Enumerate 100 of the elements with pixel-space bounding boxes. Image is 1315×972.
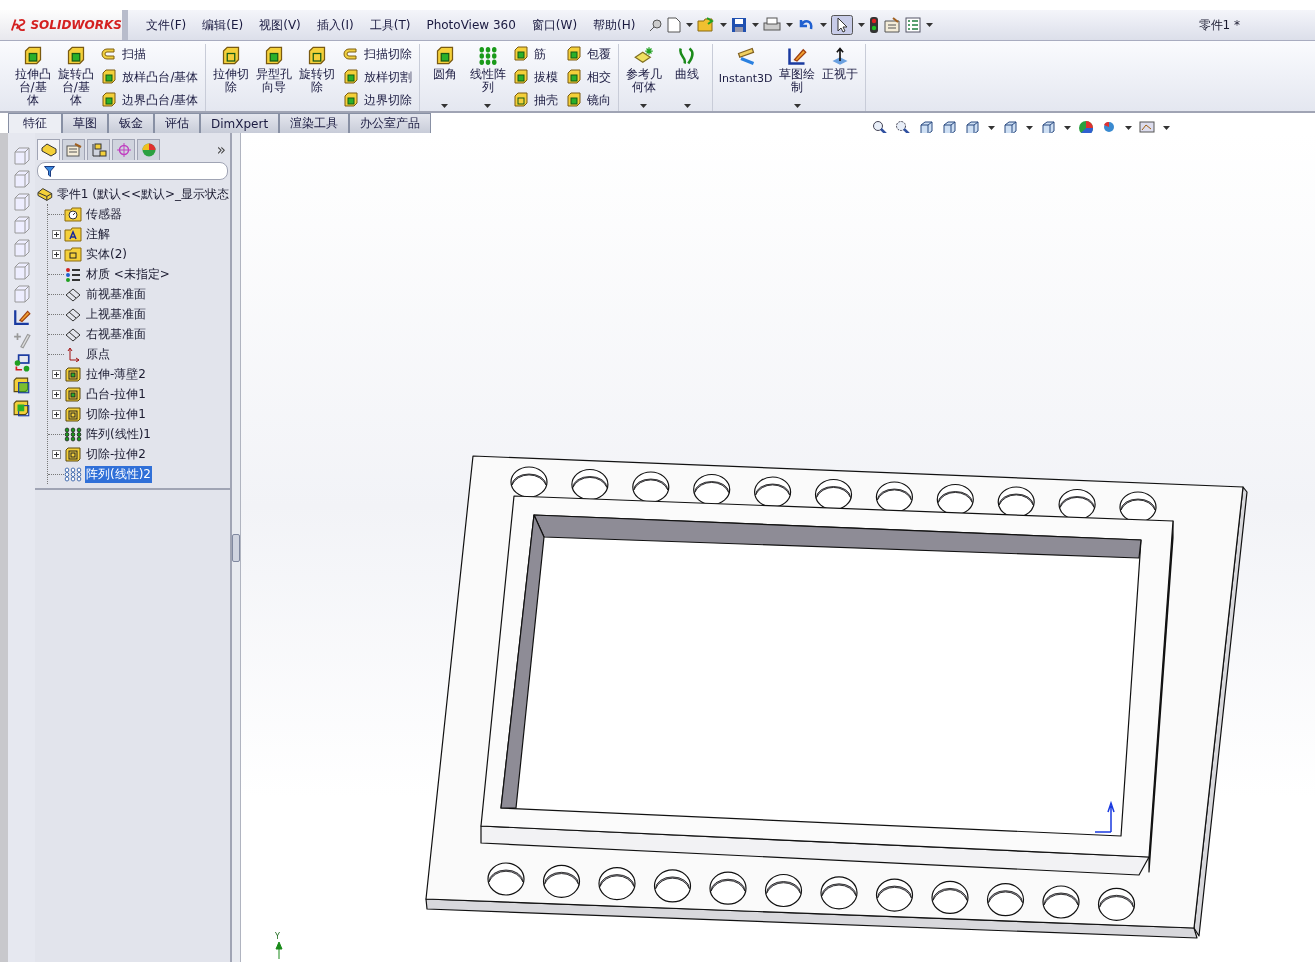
ribbon-button[interactable]: 草图绘制 — [777, 44, 817, 110]
dropdown-caret-icon[interactable] — [720, 23, 728, 27]
tree-item[interactable]: 右视基准面 — [85, 325, 147, 343]
menu-item[interactable]: 窗口(W) — [523, 16, 586, 34]
ribbon-button[interactable]: 圆角 — [425, 44, 465, 110]
menu-item[interactable]: PhotoView 360 — [418, 16, 524, 34]
tree-item[interactable]: 实体(2) — [85, 245, 128, 263]
ribbon-button[interactable]: 拔模 — [511, 67, 561, 87]
menu-item[interactable]: 帮助(H) — [585, 16, 644, 34]
file-properties-icon[interactable] — [883, 17, 902, 33]
expand-toggle[interactable] — [52, 229, 61, 239]
panel-tab[interactable] — [62, 139, 85, 160]
command-tab[interactable]: 办公室产品 — [349, 113, 432, 133]
dropdown-caret-icon[interactable] — [858, 23, 866, 27]
dropdown-caret-icon[interactable] — [786, 23, 794, 27]
tree-item[interactable]: 阵列(线性)2 — [85, 465, 152, 483]
command-tab[interactable]: 草图 — [62, 113, 108, 133]
menu-item[interactable]: 文件(F) — [138, 16, 195, 34]
splitter-handle[interactable] — [232, 533, 240, 562]
menu-item[interactable]: 编辑(E) — [194, 16, 252, 34]
ribbon-button[interactable]: 旋转切除 — [297, 44, 337, 110]
ribbon-button[interactable]: 边界凸台/基体 — [99, 90, 201, 110]
zoom-area-icon[interactable] — [895, 120, 911, 136]
tree-item[interactable]: 凸台-拉伸1 — [85, 385, 147, 403]
panel-tab[interactable] — [137, 139, 160, 160]
ribbon-button[interactable]: 异型孔向导 — [254, 44, 294, 110]
block-icon[interactable] — [12, 377, 31, 395]
expand-toggle[interactable] — [52, 249, 61, 259]
ribbon-button[interactable]: 筋 — [511, 44, 561, 64]
menu-item[interactable]: 工具(T) — [361, 16, 419, 34]
command-tab[interactable]: 评估 — [154, 113, 200, 133]
dropdown-caret-icon[interactable] — [1064, 126, 1071, 130]
tree-item[interactable]: 材质 <未指定> — [85, 265, 171, 283]
command-tab[interactable]: 渲染工具 — [279, 113, 350, 133]
command-tab[interactable]: 特征 — [8, 113, 62, 133]
new-document-icon[interactable] — [667, 17, 682, 33]
expand-toggle[interactable] — [52, 369, 61, 379]
dropdown-caret-icon[interactable] — [752, 23, 760, 27]
ribbon-button[interactable]: 边界切除 — [341, 90, 414, 110]
tree-item[interactable]: 切除-拉伸1 — [85, 405, 147, 423]
zoom-fit-icon[interactable] — [872, 120, 888, 136]
ribbon-button[interactable]: Instant3D — [717, 44, 774, 110]
tree-item[interactable]: 原点 — [85, 345, 111, 363]
ribbon-button[interactable]: 线性阵列 — [468, 44, 508, 110]
ribbon-button[interactable]: 曲线 — [667, 44, 707, 110]
ribbon-button[interactable]: 包覆 — [564, 44, 614, 64]
block-icon — [307, 46, 328, 66]
dropdown-caret-icon[interactable] — [820, 23, 828, 27]
ribbon-button[interactable]: 拉伸切除 — [211, 44, 251, 110]
ribbon-button[interactable]: 扫描切除 — [341, 44, 414, 64]
save-icon[interactable] — [731, 17, 748, 33]
ribbon-button[interactable]: 抽壳 — [511, 90, 561, 110]
tree-item[interactable]: 拉伸-薄壁2 — [85, 365, 147, 383]
expand-toggle[interactable] — [52, 409, 61, 419]
more-tabs-button[interactable]: » — [216, 140, 226, 159]
tree-item[interactable]: 切除-拉伸2 — [85, 445, 147, 463]
panel-tab[interactable] — [87, 139, 110, 160]
command-tab[interactable]: 钣金 — [108, 113, 154, 133]
dropdown-caret-icon[interactable] — [926, 23, 934, 27]
relations-icon[interactable] — [12, 354, 31, 372]
menu-item[interactable]: 插入(I) — [308, 16, 362, 34]
dropdown-caret-icon[interactable] — [988, 126, 995, 130]
block-icon — [434, 46, 455, 66]
panel-tab[interactable] — [112, 139, 135, 160]
ribbon-button[interactable]: 参考几何体 — [624, 44, 664, 110]
triad-icon — [1094, 800, 1115, 833]
tree-item[interactable]: 传感器 — [85, 205, 123, 223]
tree-item[interactable]: 前视基准面 — [85, 285, 147, 303]
tree-item[interactable]: 注解 — [85, 225, 111, 243]
panel-tab[interactable] — [37, 139, 60, 160]
ribbon-button[interactable]: 扫描 — [99, 44, 201, 64]
ribbon-button[interactable]: 相交 — [564, 67, 614, 87]
menu-item[interactable]: 视图(V) — [251, 16, 309, 34]
block-icon[interactable] — [12, 400, 31, 418]
select-pointer-icon[interactable] — [831, 15, 854, 35]
expand-toggle[interactable] — [52, 389, 61, 399]
sketch-pencil-icon[interactable] — [12, 308, 31, 326]
block-icon — [566, 69, 583, 85]
dropdown-caret-icon[interactable] — [1026, 126, 1033, 130]
ribbon-button[interactable]: 旋转凸台/基体 — [56, 44, 96, 110]
tree-item[interactable]: 上视基准面 — [85, 305, 147, 323]
block-icon — [513, 46, 530, 62]
dropdown-caret-icon[interactable] — [1125, 126, 1132, 130]
command-tab[interactable]: DimXpert — [200, 113, 280, 133]
ribbon-button[interactable]: 拉伸凸台/基体 — [13, 44, 53, 110]
view-settings-icon[interactable] — [1139, 120, 1155, 136]
tree-item[interactable]: 阵列(线性)1 — [85, 425, 152, 443]
dropdown-caret-icon[interactable] — [686, 23, 694, 27]
ribbon-button[interactable]: 正视于 — [820, 44, 860, 110]
part-icon — [40, 143, 57, 157]
property-sheet-icon — [65, 143, 82, 157]
filter-field[interactable] — [37, 162, 228, 180]
ribbon-button[interactable]: 镜向 — [564, 90, 614, 110]
ribbon-button[interactable]: 放样凸台/基体 — [99, 67, 201, 87]
dropdown-caret-icon[interactable] — [1163, 126, 1170, 130]
print-icon[interactable] — [763, 17, 782, 33]
traffic-light-icon[interactable] — [869, 16, 880, 34]
tree-root-item[interactable]: 零件1 (默认<<默认>_显示状态 — [55, 185, 230, 203]
expand-toggle[interactable] — [52, 449, 61, 459]
ribbon-button[interactable]: 放样切割 — [341, 67, 414, 87]
